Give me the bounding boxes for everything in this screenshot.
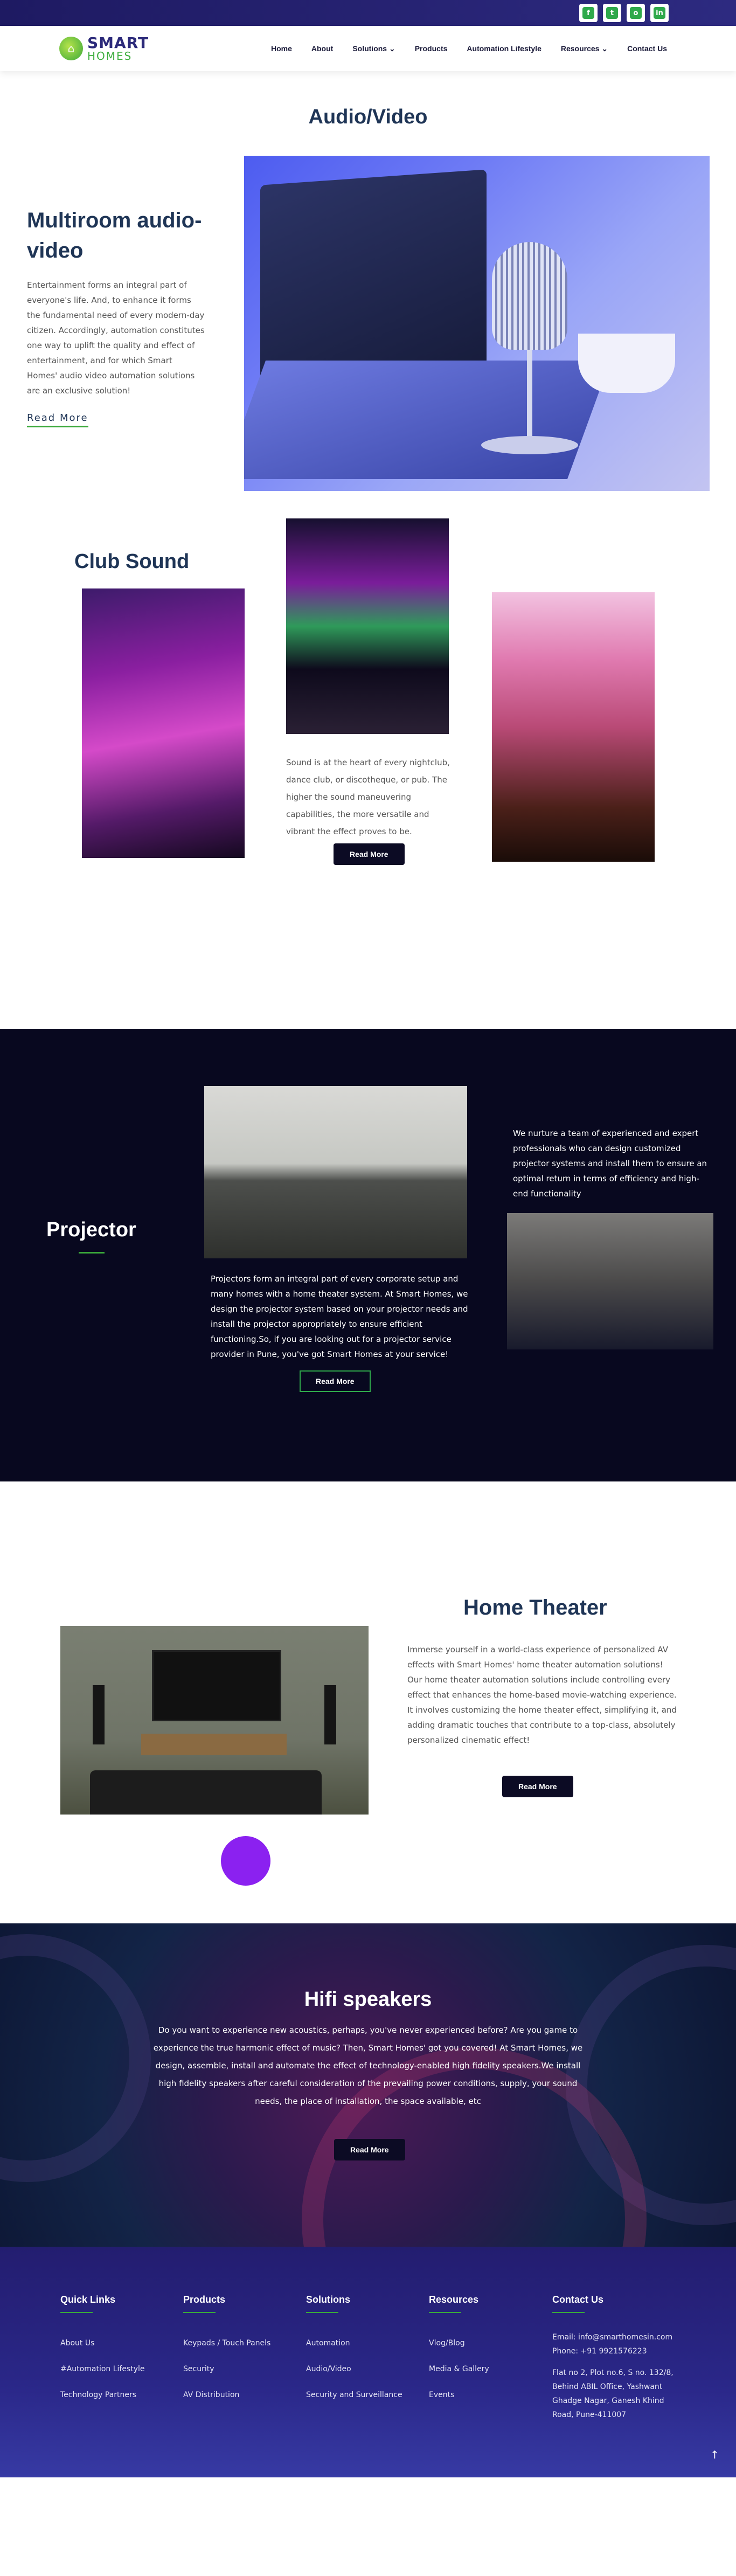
club-sound-desc: Sound is at the heart of every nightclub… (286, 758, 450, 836)
projector-desc-secondary: We nurture a team of experienced and exp… (513, 1128, 707, 1199)
main-nav: Home About Solutions ⌄ Products Automati… (261, 44, 677, 53)
logo-line2: HOMES (87, 50, 133, 63)
home-theater-section: Home Theater Immerse yourself in a world… (0, 1481, 736, 1923)
projector-read-more-button[interactable]: Read More (300, 1370, 371, 1392)
facebook-glyph: f (582, 7, 594, 19)
home-theater-room-image (60, 1626, 369, 1815)
projector-desk-image (204, 1086, 467, 1258)
footer-quick-links: Quick Links About Us #Automation Lifesty… (60, 2294, 145, 2408)
nav-contact[interactable]: Contact Us (617, 44, 677, 53)
footer-link[interactable]: Keypads / Touch Panels (183, 2330, 270, 2356)
club-read-more-button[interactable]: Read More (334, 843, 405, 865)
home-theater-desc: Immerse yourself in a world-class experi… (407, 1645, 677, 1745)
scroll-to-top-icon[interactable]: ↑ (710, 2448, 719, 2461)
footer-heading: Resources (429, 2294, 479, 2305)
nav-resources[interactable]: Resources ⌄ (551, 44, 617, 53)
projector-title-underline (79, 1252, 105, 1254)
projector-section: Projector Projectors form an integral pa… (0, 1029, 736, 1481)
chat-widget-button[interactable] (221, 1836, 270, 1886)
instagram-glyph: o (630, 7, 642, 19)
footer-link[interactable]: About Us (60, 2330, 145, 2356)
contact-email[interactable]: Email: info@smarthomesin.com (552, 2330, 682, 2344)
hifi-read-more-button[interactable]: Read More (334, 2139, 405, 2160)
concert-crowd-image (492, 592, 655, 862)
site-footer: Quick Links About Us #Automation Lifesty… (0, 2247, 736, 2477)
footer-heading: Quick Links (60, 2294, 116, 2305)
footer-link[interactable]: Vlog/Blog (429, 2330, 489, 2356)
club-lights-image (82, 588, 245, 858)
multiroom-title: Multiroom audio-video (27, 209, 202, 262)
projector-desc: Projectors form an integral part of ever… (211, 1274, 468, 1359)
footer-heading: Contact Us (552, 2294, 604, 2305)
nav-automation-lifestyle[interactable]: Automation Lifestyle (457, 44, 551, 53)
nav-products[interactable]: Products (405, 44, 457, 53)
linkedin-glyph: in (654, 7, 665, 19)
nav-solutions[interactable]: Solutions ⌄ (343, 44, 405, 53)
footer-link[interactable]: #Automation Lifestyle (60, 2356, 145, 2382)
club-sound-title: Club Sound (74, 550, 190, 573)
hifi-desc: Do you want to experience new acoustics,… (153, 2025, 583, 2106)
footer-products: Products Keypads / Touch Panels Security… (183, 2294, 270, 2408)
instagram-icon[interactable]: o (627, 4, 645, 22)
projector-laptop-image (507, 1213, 713, 1349)
theater-read-more-button[interactable]: Read More (502, 1776, 573, 1797)
twitter-icon[interactable]: t (603, 4, 621, 22)
linkedin-icon[interactable]: in (650, 4, 669, 22)
club-sound-section: Club Sound Sound is at the heart of ever… (0, 490, 736, 1029)
dj-mixer-image (286, 518, 449, 734)
footer-link[interactable]: Events (429, 2382, 489, 2408)
footer-link[interactable]: Security (183, 2356, 270, 2382)
footer-heading: Products (183, 2294, 226, 2305)
nav-home[interactable]: Home (261, 44, 302, 53)
page-title: Audio/Video (308, 106, 428, 128)
contact-address: Flat no 2, Plot no.6, S no. 132/8, Behin… (552, 2369, 673, 2419)
home-theater-title: Home Theater (463, 1596, 607, 1619)
footer-link[interactable]: Audio/Video (306, 2356, 402, 2382)
multiroom-section: Multiroom audio-video Entertainment form… (0, 156, 736, 491)
twitter-glyph: t (606, 7, 618, 19)
footer-heading: Solutions (306, 2294, 350, 2305)
facebook-icon[interactable]: f (579, 4, 598, 22)
top-bar: f t o in (0, 0, 736, 26)
footer-resources: Resources Vlog/Blog Media & Gallery Even… (429, 2294, 489, 2408)
logo[interactable]: ⌂ SMART HOMES (59, 36, 149, 61)
site-header: ⌂ SMART HOMES Home About Solutions ⌄ Pro… (0, 26, 736, 71)
microphone-laptop-image (244, 156, 710, 491)
hifi-speakers-section: Hifi speakers Do you want to experience … (0, 1923, 736, 2247)
footer-link[interactable]: AV Distribution (183, 2382, 270, 2408)
footer-contact: Contact Us Email: info@smarthomesin.com … (552, 2294, 682, 2422)
footer-link[interactable]: Media & Gallery (429, 2356, 489, 2382)
footer-link[interactable]: Security and Surveillance (306, 2382, 402, 2408)
footer-solutions: Solutions Automation Audio/Video Securit… (306, 2294, 402, 2408)
footer-link[interactable]: Technology Partners (60, 2382, 145, 2408)
multiroom-read-more-link[interactable]: Read More (27, 412, 88, 427)
logo-mark-icon: ⌂ (59, 37, 83, 60)
logo-line1: SMART (87, 34, 149, 52)
nav-about[interactable]: About (302, 44, 343, 53)
projector-title: Projector (46, 1218, 136, 1241)
footer-link[interactable]: Automation (306, 2330, 402, 2356)
hifi-title: Hifi speakers (304, 1988, 432, 2011)
contact-phone[interactable]: Phone: +91 9921576223 (552, 2344, 682, 2358)
multiroom-desc: Entertainment forms an integral part of … (27, 280, 205, 396)
